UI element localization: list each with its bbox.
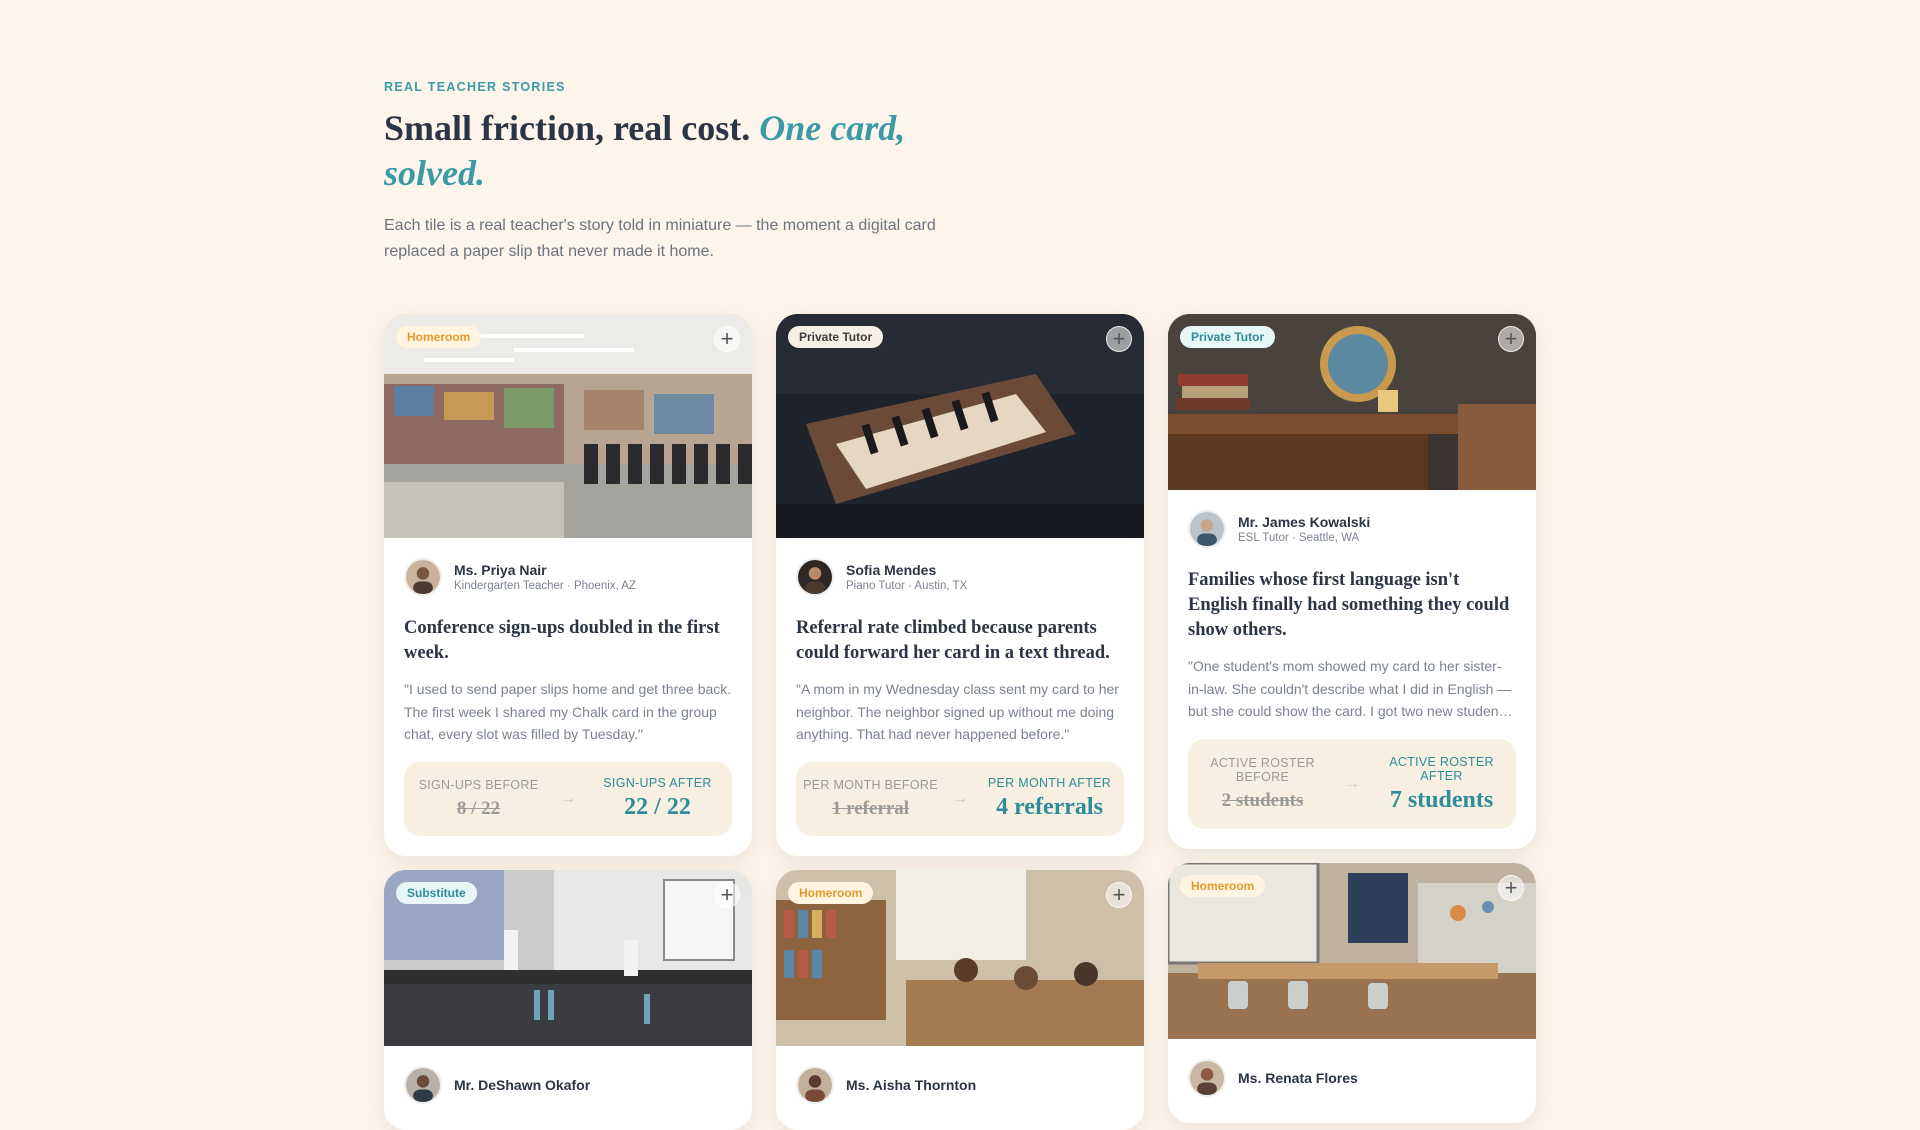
after-label: ACTIVE ROSTER AFTER	[1389, 754, 1494, 783]
teacher-role: ESL Tutor · Seattle, WA	[1238, 532, 1360, 544]
story-quote: "One student's mom showed my card to her…	[1188, 658, 1513, 719]
story-card[interactable]: Private Tutor + Mr. James Kowalski ESL T…	[1168, 314, 1536, 849]
plus-icon[interactable]: +	[714, 326, 740, 352]
after-label: SIGN-UPS AFTER	[603, 776, 712, 790]
category-tag: Substitute	[396, 882, 477, 904]
before-value: 8 / 22	[456, 797, 501, 819]
section-headline: Small friction, real cost. One card, sol…	[384, 106, 984, 196]
arrow-right-icon: →	[952, 789, 968, 807]
category-tag: Homeroom	[788, 882, 874, 904]
avatar	[796, 558, 834, 596]
avatar	[1188, 510, 1226, 548]
avatar	[404, 1066, 442, 1104]
plus-icon[interactable]: +	[714, 882, 740, 908]
teacher-name: Ms. Renata Flores	[1238, 1070, 1358, 1086]
teacher-info: Sofia Mendes Piano Tutor · Austin, TX	[796, 558, 1124, 596]
teacher-name: Mr. DeShawn Okafor	[454, 1077, 591, 1093]
after-value: 4 referrals	[996, 794, 1103, 820]
arrow-right-icon: →	[1344, 775, 1360, 792]
avatar	[1188, 1059, 1226, 1097]
stats-panel: SIGN-UPS BEFORE 8 / 22 → SIGN-UPS AFTER …	[404, 761, 732, 836]
story-card[interactable]: Homeroom + Ms. Priya Nair Kindergarten T…	[384, 314, 752, 856]
teacher-name: Sofia Mendes	[846, 562, 937, 578]
after-label: PER MONTH AFTER	[987, 776, 1112, 790]
card-photo: Substitute +	[384, 870, 752, 1046]
category-tag: Private Tutor	[788, 326, 884, 348]
before-label: ACTIVE ROSTER BEFORE	[1210, 756, 1315, 784]
teacher-name: Ms. Priya Nair	[454, 562, 547, 578]
stats-panel: ACTIVE ROSTER BEFORE 2 students → ACTIVE…	[1188, 739, 1516, 829]
teacher-info: Mr. DeShawn Okafor	[404, 1066, 732, 1104]
before-value: 2 students	[1221, 790, 1304, 811]
teacher-info: Mr. James Kowalski ESL Tutor · Seattle, …	[1188, 510, 1516, 548]
story-card[interactable]: Homeroom + Ms. Renata Flores	[1168, 863, 1536, 1123]
story-card[interactable]: Private Tutor + Sofia Mendes Piano Tutor…	[776, 314, 1144, 856]
story-card[interactable]: Substitute + Mr. DeShawn Okafor	[384, 870, 752, 1130]
plus-icon[interactable]: +	[1498, 326, 1524, 352]
teacher-info: Ms. Aisha Thornton	[796, 1066, 1124, 1104]
category-tag: Homeroom	[396, 326, 482, 348]
arrow-right-icon: →	[560, 789, 576, 807]
teacher-name: Ms. Aisha Thornton	[846, 1077, 977, 1093]
stats-panel: PER MONTH BEFORE 1 referral → PER MONTH …	[796, 761, 1124, 836]
teacher-name: Mr. James Kowalski	[1238, 514, 1371, 530]
plus-icon[interactable]: +	[1498, 875, 1524, 901]
teacher-info: Ms. Renata Flores	[1188, 1059, 1516, 1097]
card-photo: Homeroom +	[384, 314, 752, 538]
story-card[interactable]: Homeroom + Ms. Aisha Thornton	[776, 870, 1144, 1130]
teacher-info: Ms. Priya Nair Kindergarten Teacher · Ph…	[404, 558, 732, 596]
story-title: Conference sign-ups doubled in the first…	[404, 618, 720, 663]
teacher-role: Piano Tutor · Austin, TX	[846, 580, 968, 592]
before-value: 1 referral	[831, 797, 910, 819]
story-quote: "I used to send paper slips home and get…	[404, 681, 732, 742]
category-tag: Homeroom	[1180, 875, 1266, 897]
teacher-role: Kindergarten Teacher · Phoenix, AZ	[454, 580, 636, 592]
before-label: SIGN-UPS BEFORE	[418, 777, 539, 792]
card-photo: Private Tutor +	[1168, 314, 1536, 490]
card-photo: Homeroom +	[1168, 863, 1536, 1039]
section-eyebrow: REAL TEACHER STORIES	[384, 80, 566, 94]
plus-icon[interactable]: +	[1106, 882, 1132, 908]
story-title: Referral rate climbed because parents co…	[796, 618, 1110, 663]
card-photo: Private Tutor +	[776, 314, 1144, 538]
section-intro: Each tile is a real teacher's story told…	[384, 217, 936, 260]
avatar	[796, 1066, 834, 1104]
story-title: Families whose first language isn't Engl…	[1188, 570, 1510, 640]
after-value: 7 students	[1389, 786, 1494, 813]
story-quote: "A mom in my Wednesday class sent my car…	[796, 681, 1119, 742]
plus-icon[interactable]: +	[1106, 326, 1132, 352]
card-photo: Homeroom +	[776, 870, 1144, 1046]
category-tag: Private Tutor	[1180, 326, 1276, 348]
after-value: 22 / 22	[624, 794, 691, 820]
headline-plain: Small friction, real cost.	[384, 108, 751, 148]
avatar	[404, 558, 442, 596]
before-label: PER MONTH BEFORE	[803, 777, 938, 792]
